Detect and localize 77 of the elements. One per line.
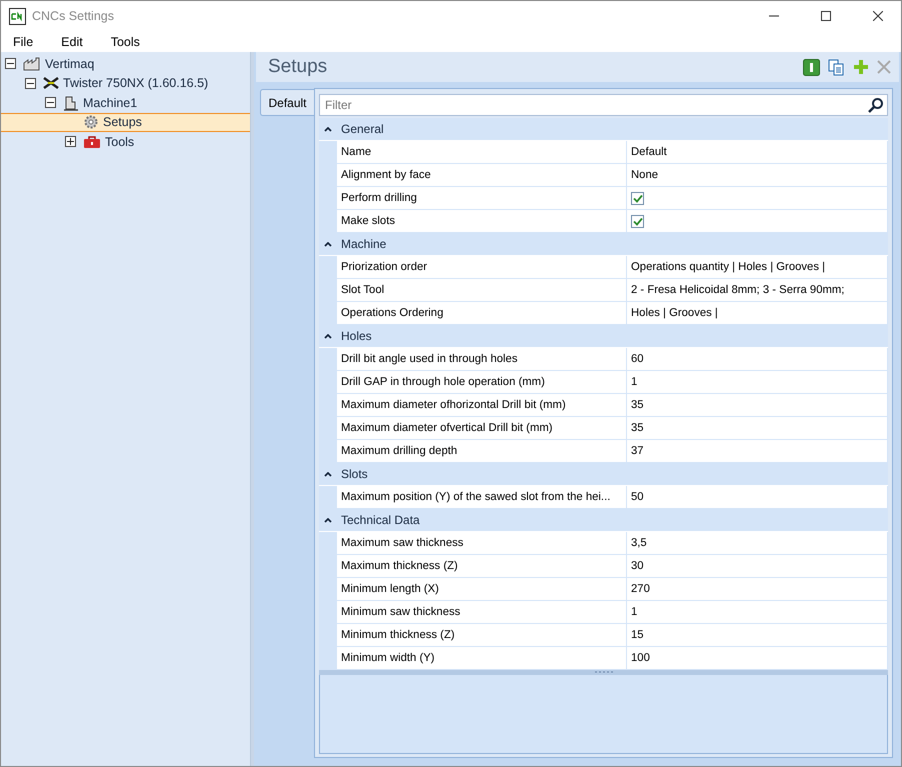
property-name: Minimum length (X) — [337, 578, 627, 601]
collapse-icon[interactable] — [324, 334, 332, 338]
category-name: Holes — [340, 329, 372, 343]
category-name: General — [340, 122, 384, 136]
tab[interactable]: Default — [260, 89, 314, 116]
checkbox[interactable] — [631, 214, 644, 228]
collapse-icon[interactable] — [5, 58, 16, 70]
factory-icon — [23, 56, 41, 71]
category-header[interactable]: General — [319, 118, 888, 141]
property-value[interactable]: Default — [627, 141, 888, 164]
cross-icon — [43, 77, 59, 90]
category-name: Slots — [340, 467, 368, 481]
property-name: Perform drilling — [337, 187, 627, 210]
property-value[interactable]: 2 - Fresa Helicoidal 8mm; 3 - Serra 90mm; — [627, 279, 888, 302]
category-header[interactable]: Technical Data — [319, 509, 888, 532]
filter-field[interactable]: Filter — [319, 94, 888, 116]
row-header — [319, 647, 337, 670]
property-value[interactable]: 30 — [627, 555, 888, 578]
row-header — [319, 348, 337, 371]
collapse-icon[interactable] — [324, 242, 332, 246]
row-header — [319, 256, 337, 279]
category-header[interactable]: Holes — [319, 325, 888, 348]
collapse-icon[interactable] — [324, 126, 332, 132]
property-value[interactable]: 15 — [627, 624, 888, 647]
tree-item[interactable]: Twister 750NX (1.60.16.5) — [1, 74, 250, 93]
property-value[interactable]: None — [627, 164, 888, 187]
tree-item[interactable]: Vertimaq — [1, 54, 250, 74]
property-name: Priorization order — [337, 256, 627, 279]
collapse-icon[interactable] — [324, 472, 332, 476]
property-name: Minimum saw thickness — [337, 601, 627, 624]
panel-title: Setups — [268, 56, 328, 78]
category-name: Technical Data — [340, 513, 420, 527]
tree-item[interactable]: Setups — [1, 112, 250, 132]
property-name: Drill bit angle used in through holes — [337, 348, 627, 371]
collapse-icon[interactable] — [25, 78, 36, 89]
menu-item[interactable]: File — [5, 34, 42, 48]
property-name: Alignment by face — [337, 164, 627, 187]
category-header[interactable]: Slots — [319, 463, 888, 486]
info-icon[interactable] — [803, 58, 820, 76]
property-name: Maximum thickness (Z) — [337, 555, 627, 578]
property-name: Name — [337, 141, 627, 164]
property-name: Slot Tool — [337, 279, 627, 302]
tree-item[interactable]: Machine1 — [1, 93, 250, 112]
property-value[interactable]: 1 — [627, 601, 888, 624]
search-icon[interactable] — [868, 97, 884, 113]
row-header — [319, 532, 337, 555]
menu-item[interactable]: Tools — [102, 34, 148, 48]
property-name: Drill GAP in through hole operation (mm) — [337, 371, 627, 394]
category-header[interactable]: Machine — [319, 233, 888, 256]
property-name: Minimum thickness (Z) — [337, 624, 627, 647]
machine-icon — [63, 94, 79, 111]
checkbox[interactable] — [631, 192, 644, 204]
gear-icon — [83, 114, 99, 130]
property-value[interactable]: 270 — [627, 578, 888, 601]
property-value[interactable]: 35 — [627, 417, 888, 440]
property-value[interactable]: 3,5 — [627, 532, 888, 555]
tree-item[interactable]: Tools — [1, 132, 250, 152]
toolbox-icon — [83, 134, 101, 149]
expand-icon[interactable] — [65, 136, 76, 148]
category-name: Machine — [340, 237, 386, 251]
row-header — [319, 486, 337, 509]
menu-item[interactable]: Edit — [53, 34, 91, 48]
property-name: Maximum diameter ofhorizontal Drill bit (mm) — [337, 394, 627, 417]
collapse-icon[interactable] — [324, 518, 332, 522]
maximize-icon[interactable] — [821, 11, 831, 21]
close-icon[interactable] — [873, 11, 883, 21]
property-name: Maximum saw thickness — [337, 532, 627, 555]
copy-icon[interactable] — [828, 58, 845, 76]
property-value[interactable]: Operations quantity | Holes | Grooves | — [627, 256, 888, 279]
app-icon — [9, 8, 26, 24]
property-value[interactable]: 60 — [627, 348, 888, 371]
row-header — [319, 141, 337, 164]
property-name: Maximum diameter ofvertical Drill bit (mm) — [337, 417, 627, 440]
property-value[interactable]: 35 — [627, 394, 888, 417]
window-title: CNCs Settings — [32, 9, 115, 23]
collapse-icon[interactable] — [45, 97, 56, 108]
property-value[interactable]: 1 — [627, 371, 888, 394]
